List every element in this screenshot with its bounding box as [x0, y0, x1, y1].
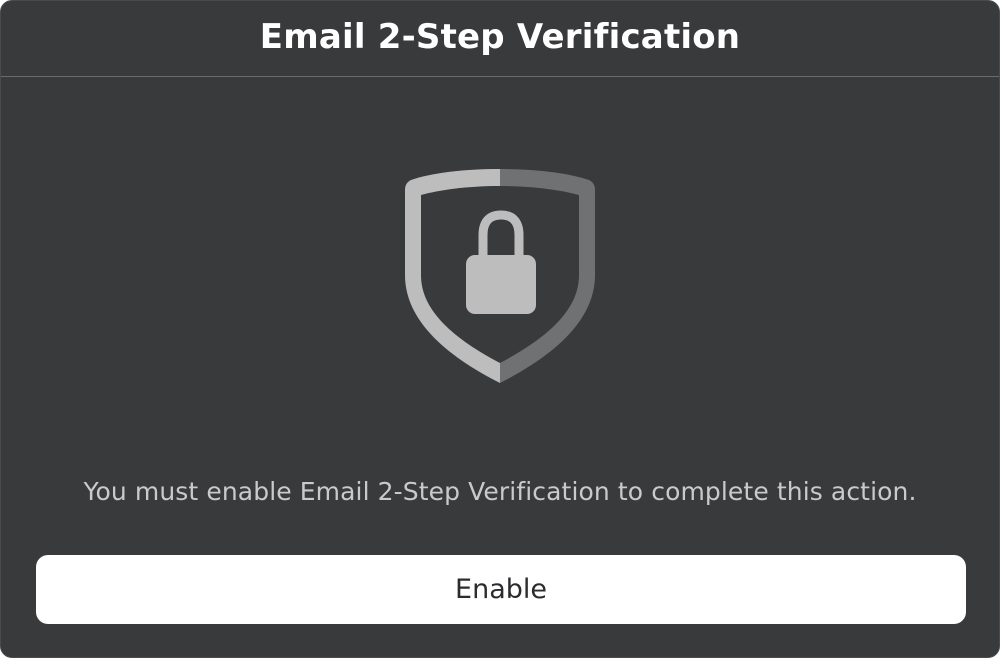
shield-lock-icon [401, 163, 601, 389]
verification-message: You must enable Email 2-Step Verificatio… [83, 477, 917, 506]
modal-header: Email 2-Step Verification [1, 1, 999, 77]
modal-title: Email 2-Step Verification [259, 16, 741, 57]
enable-button[interactable]: Enable [36, 555, 966, 624]
email-2sv-modal: Email 2-Step Verification You must enabl… [0, 0, 1000, 658]
